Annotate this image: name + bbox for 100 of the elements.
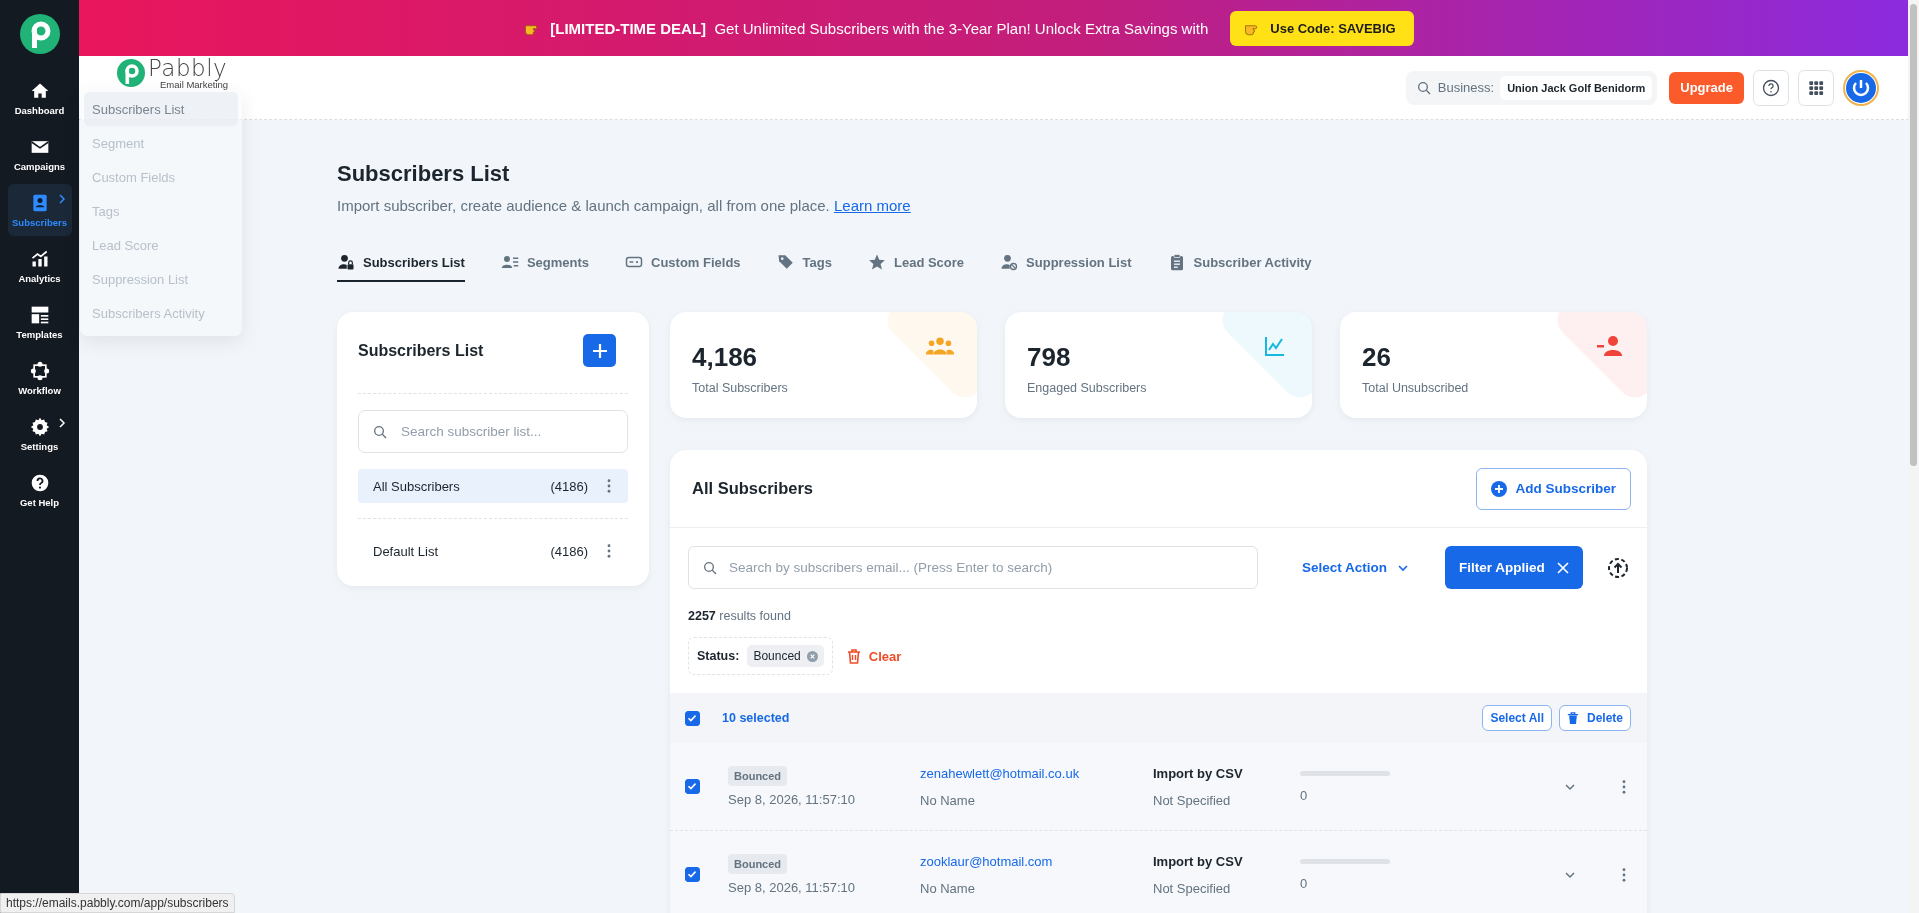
tab[interactable]: Segments: [500, 244, 589, 282]
help-icon: [29, 472, 50, 493]
score-text: 0: [1300, 875, 1309, 891]
filter-chip[interactable]: Bounced: [747, 645, 824, 667]
sidebar-item[interactable]: Subscribers: [7, 184, 72, 236]
sidebar-item[interactable]: Get Help: [7, 464, 72, 516]
settings-icon: [29, 416, 50, 437]
user-lock-icon: [337, 253, 355, 271]
star-icon: [868, 253, 886, 271]
status-badge: Bounced: [728, 854, 788, 874]
results-count: 2257 results found: [688, 609, 792, 623]
list-item[interactable]: Default List (4186): [358, 534, 628, 568]
table-title: All Subscribers: [692, 479, 814, 498]
list-count: (4186): [550, 543, 588, 559]
stat-value: 4,186: [692, 342, 759, 373]
logo-icon: [19, 14, 60, 54]
search-icon: [372, 424, 388, 440]
email-link[interactable]: zenahewlett@hotmail.co.uk: [920, 765, 1153, 781]
workflow-icon: [29, 360, 50, 381]
date-text: Sep 8, 2026, 11:57:10: [728, 880, 856, 895]
status-badge: Bounced: [728, 766, 788, 786]
sidebar-item[interactable]: Workflow: [7, 352, 72, 404]
search-icon: [702, 559, 718, 576]
page-title: Subscribers List: [337, 161, 511, 187]
filter-label: Status:: [697, 649, 740, 663]
more-options-icon[interactable]: [1622, 779, 1626, 794]
detail-text: Not Specified: [1153, 880, 1232, 896]
checkbox[interactable]: [685, 867, 700, 882]
plus-circle-icon: [1491, 480, 1508, 497]
scrollbar[interactable]: [1908, 0, 1919, 913]
checkbox[interactable]: [685, 710, 700, 726]
sidebar-item[interactable]: Templates: [7, 296, 72, 348]
more-options-icon[interactable]: [607, 544, 611, 558]
search-icon: [1415, 79, 1432, 96]
account-avatar[interactable]: [1843, 69, 1879, 106]
source-text: Import by CSV: [1153, 765, 1244, 781]
checkbox[interactable]: [685, 779, 700, 794]
checkmark-icon: [686, 780, 698, 792]
coupon-code-button[interactable]: Use Code: SAVEBIG: [1230, 10, 1414, 46]
select-action-dropdown[interactable]: Select Action: [1302, 560, 1410, 575]
score-text: 0: [1300, 787, 1309, 803]
upload-button[interactable]: [1606, 556, 1629, 579]
status-url: https://emails.pabbly.com/app/subscribers: [0, 893, 235, 913]
subscriber-search-field[interactable]: Search by subscribers email... (Press Enter to search): [688, 546, 1258, 589]
email-link[interactable]: zooklaur@hotmail.com: [920, 853, 1153, 869]
list-count: (4186): [550, 478, 588, 494]
sidebar-item[interactable]: Campaigns: [7, 128, 72, 180]
promo-text: [LIMITED-TIME DEAL] Get Unlimited Subscribers with the 3-Year Plan! Unlock Extra Savings with: [550, 19, 1209, 37]
plus-icon: [591, 342, 608, 359]
chevron-right-icon: [57, 418, 66, 428]
logo-wordmark: Pabbly: [148, 57, 229, 80]
sidebar-item[interactable]: Dashboard: [7, 72, 72, 124]
sidebar-item[interactable]: Settings: [7, 408, 72, 460]
tag-icon: [776, 253, 795, 271]
date-text: Sep 8, 2026, 11:57:10: [728, 792, 856, 807]
trash-icon: [846, 648, 861, 664]
delete-button[interactable]: Delete: [1558, 705, 1631, 731]
page-description: Import subscriber, create audience & launch campaign, all from one place. Learn more: [337, 197, 912, 214]
stat-label: Engaged Subscribers: [1027, 381, 1148, 395]
stat-label: Total Unsubscribed: [1362, 381, 1470, 395]
logo-tagline: Email Marketing: [160, 80, 229, 90]
tab[interactable]: Suppression List: [1000, 244, 1132, 282]
list-name: All Subscribers: [373, 478, 461, 494]
clear-filter-button[interactable]: Clear: [846, 648, 902, 664]
submenu-item[interactable]: Subscribers List: [84, 92, 238, 126]
user-list-icon: [500, 253, 519, 271]
tab[interactable]: Subscriber Activity: [1167, 244, 1312, 282]
upload-icon: [1606, 556, 1629, 579]
checkmark-icon: [686, 868, 698, 880]
sidebar-item[interactable]: Analytics: [7, 240, 72, 292]
source-text: Import by CSV: [1153, 853, 1244, 869]
name-text: No Name: [920, 792, 976, 808]
add-subscriber-button[interactable]: Add Subscriber: [1476, 467, 1631, 510]
more-options-icon[interactable]: [1622, 867, 1626, 882]
select-all-button[interactable]: Select All: [1482, 705, 1552, 731]
tab[interactable]: Subscribers List: [337, 244, 465, 282]
apps-grid-button[interactable]: [1798, 69, 1834, 106]
name-text: No Name: [920, 880, 976, 896]
chevron-right-icon: [57, 194, 66, 204]
remove-icon[interactable]: [806, 650, 818, 662]
layout-icon: [29, 304, 50, 325]
list-name: Default List: [373, 543, 440, 559]
list-search-field[interactable]: Search subscriber list...: [358, 410, 628, 453]
learn-more-link[interactable]: Learn more: [833, 197, 911, 214]
upgrade-button[interactable]: Upgrade: [1669, 71, 1744, 104]
tab[interactable]: Lead Score: [868, 244, 965, 282]
question-mark-icon: [1761, 77, 1781, 98]
tab[interactable]: Tags: [776, 244, 832, 282]
business-selector[interactable]: Business: Union Jack Golf Benidorm: [1405, 70, 1658, 105]
stat-label: Total Subscribers: [692, 381, 789, 395]
more-options-icon[interactable]: [607, 479, 611, 493]
help-button[interactable]: [1753, 69, 1789, 106]
business-label: Business:: [1437, 80, 1495, 95]
user-blocked-icon: [1000, 253, 1019, 271]
tab[interactable]: Custom Fields: [625, 244, 741, 282]
list-item[interactable]: All Subscribers (4186): [358, 469, 628, 503]
add-list-button[interactable]: [583, 334, 616, 367]
trash-icon: [1566, 711, 1579, 725]
chart-icon: [29, 248, 50, 269]
filter-applied-button[interactable]: Filter Applied: [1445, 546, 1583, 589]
